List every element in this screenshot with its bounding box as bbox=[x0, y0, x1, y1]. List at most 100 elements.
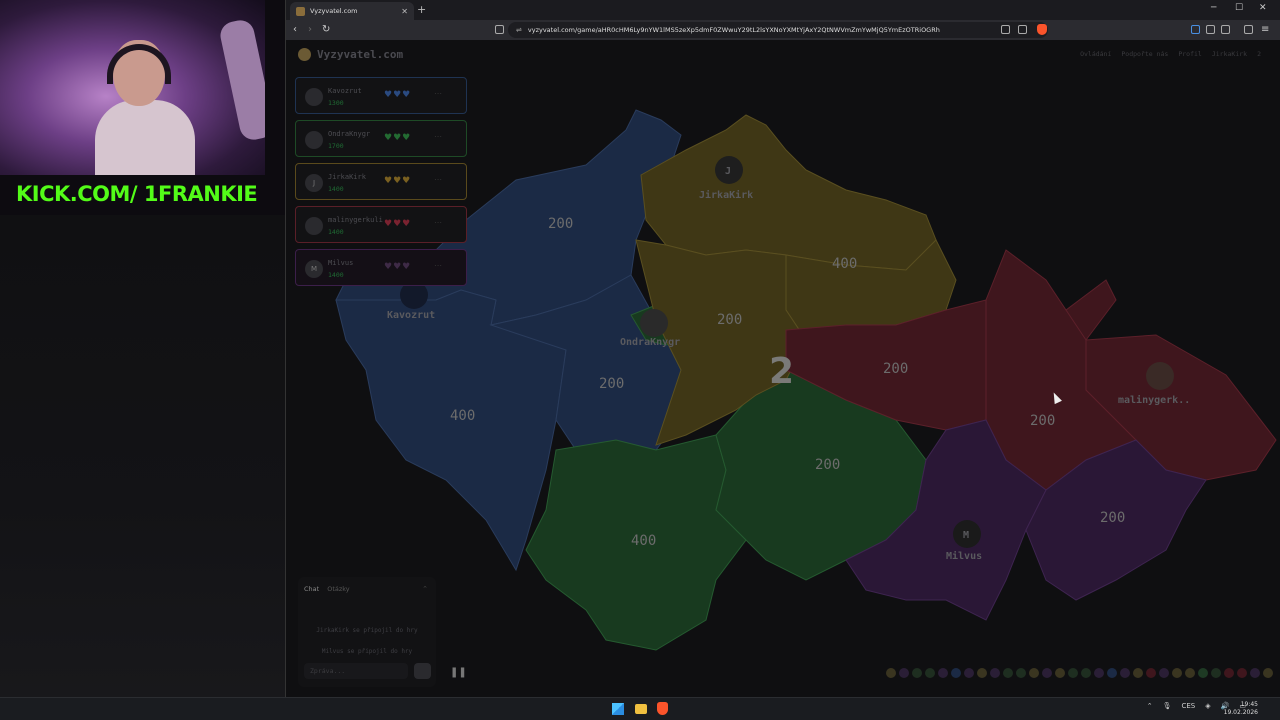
tab-strip: Vyzyvatel.com ✕ + ─ ☐ ✕ bbox=[286, 0, 1280, 20]
file-explorer-icon[interactable] bbox=[635, 704, 647, 714]
round-number: 2 bbox=[769, 351, 794, 392]
color-dot bbox=[1237, 668, 1247, 678]
tab-chat[interactable]: Chat bbox=[304, 585, 319, 593]
more-icon[interactable]: ⋯ bbox=[434, 175, 442, 184]
screen: KICK.COM/ 1FRANKIE Vyzyvatel.com ✕ + ─ ☐… bbox=[0, 0, 1280, 720]
player-score: 1400 bbox=[328, 228, 344, 236]
color-dot bbox=[1029, 668, 1039, 678]
region-value-label: 200 bbox=[1100, 510, 1125, 526]
reload-icon[interactable]: ↻ bbox=[322, 23, 330, 37]
region-value-label: 200 bbox=[815, 457, 840, 473]
more-icon[interactable]: ⋯ bbox=[434, 132, 442, 141]
start-button-icon[interactable] bbox=[612, 703, 624, 715]
player-card: OndraKnygr 1700 ♥♥♥ ⋯ bbox=[295, 120, 467, 157]
chat-input[interactable]: Zpráva... bbox=[304, 663, 408, 679]
chat-tabs: Chat Otázky bbox=[304, 585, 350, 593]
player-name: Kavozrut bbox=[328, 87, 362, 95]
color-dot bbox=[1250, 668, 1260, 678]
new-tab-button[interactable]: + bbox=[417, 3, 426, 17]
extensions-icon[interactable] bbox=[1206, 25, 1215, 34]
region-value-label: 400 bbox=[631, 533, 656, 549]
region-value-label: 400 bbox=[832, 256, 857, 272]
player-name: malinygerkuli bbox=[328, 216, 383, 224]
bookmark-icon[interactable] bbox=[495, 25, 504, 34]
site-info-icon[interactable]: ⇌ bbox=[516, 26, 522, 34]
share-icon[interactable] bbox=[1018, 25, 1027, 34]
player-card: J JirkaKirk 1400 ♥♥♥ ⋯ bbox=[295, 163, 467, 200]
taskbar: ⌃ 🎙 CES ◈ 🔊 ▭ 19:45 19.02.2026 bbox=[0, 697, 1280, 720]
color-dot bbox=[1120, 668, 1130, 678]
color-dot bbox=[1263, 668, 1273, 678]
hearts-icon: ♥♥♥ bbox=[384, 219, 412, 229]
language-indicator[interactable]: CES bbox=[1182, 702, 1196, 710]
pause-icon[interactable]: ❚❚ bbox=[450, 666, 467, 680]
top-navigation: Ovládání Podpořte nás Profil JirkaKirk 2 bbox=[1080, 50, 1261, 58]
browser-tab[interactable]: Vyzyvatel.com ✕ bbox=[290, 2, 414, 20]
region-value-label: 200 bbox=[599, 376, 624, 392]
player-name: JirkaKirk bbox=[328, 173, 366, 181]
close-tab-icon[interactable]: ✕ bbox=[401, 7, 408, 16]
hearts-icon: ♥♥♥ bbox=[384, 176, 412, 186]
avatar bbox=[305, 131, 323, 149]
chat-panel: Chat Otázky ⌃ JirkaKirk se připojil do h… bbox=[298, 577, 436, 687]
tray-chevron-icon[interactable]: ⌃ bbox=[1147, 702, 1153, 710]
media-icon[interactable] bbox=[1244, 25, 1253, 34]
color-dot bbox=[1081, 668, 1091, 678]
player-name: OndraKnygr bbox=[328, 130, 371, 138]
network-icon[interactable]: ◈ bbox=[1205, 702, 1210, 710]
avatar: M bbox=[305, 260, 323, 278]
browser-window: Vyzyvatel.com ✕ + ─ ☐ ✕ ‹ › ↻ ⇌ vyzyvate… bbox=[285, 0, 1280, 697]
minimize-icon[interactable]: ─ bbox=[1211, 3, 1216, 13]
leo-icon[interactable] bbox=[1191, 25, 1200, 34]
color-dot bbox=[1172, 668, 1182, 678]
close-window-icon[interactable]: ✕ bbox=[1259, 3, 1267, 13]
site-favicon-icon bbox=[296, 6, 305, 16]
forward-icon[interactable]: › bbox=[308, 23, 312, 37]
hearts-icon: ♥♥♥ bbox=[384, 90, 412, 100]
brave-browser-icon[interactable] bbox=[657, 702, 668, 715]
site-logo[interactable]: Vyzyvatel.com bbox=[298, 48, 403, 61]
microphone-icon[interactable]: 🎙 bbox=[1163, 702, 1172, 710]
streamer-figure bbox=[95, 40, 195, 175]
hearts-icon: ♥♥♥ bbox=[384, 262, 412, 272]
nav-item-username[interactable]: JirkaKirk bbox=[1212, 50, 1247, 58]
more-icon[interactable]: ⋯ bbox=[434, 89, 442, 98]
player-map-label-malinygerk: malinygerk.. bbox=[1118, 394, 1190, 406]
chat-message: Milvus se připojil do hry bbox=[321, 648, 413, 655]
send-button[interactable] bbox=[414, 663, 431, 679]
clock[interactable]: 19:45 19.02.2026 bbox=[1224, 701, 1258, 717]
sidebar-icon[interactable] bbox=[1221, 25, 1230, 34]
tab-questions[interactable]: Otázky bbox=[327, 585, 349, 593]
avatar bbox=[305, 217, 323, 235]
player-map-label-jirkakirk: JirkaKirk bbox=[699, 189, 753, 201]
address-bar[interactable]: ⇌ vyzyvatel.com/game/aHR0cHM6Ly9nYW1lMS5… bbox=[508, 22, 1048, 38]
color-dot bbox=[1068, 668, 1078, 678]
chat-collapse-icon[interactable]: ⌃ bbox=[422, 585, 428, 593]
region-value-label: 200 bbox=[548, 216, 573, 232]
back-icon[interactable]: ‹ bbox=[293, 23, 297, 37]
nav-item-support[interactable]: Podpořte nás bbox=[1121, 50, 1168, 58]
player-map-label-kavozrut: Kavozrut bbox=[387, 310, 435, 321]
color-dot bbox=[1016, 668, 1026, 678]
more-icon[interactable]: ⋯ bbox=[434, 218, 442, 227]
region-value-label: 400 bbox=[450, 408, 475, 424]
tab-title: Vyzyvatel.com bbox=[310, 7, 358, 15]
install-icon[interactable] bbox=[1001, 25, 1010, 34]
color-dot bbox=[1159, 668, 1169, 678]
maximize-icon[interactable]: ☐ bbox=[1235, 3, 1243, 13]
region-yellow-north[interactable] bbox=[640, 114, 937, 271]
nav-item-count[interactable]: 2 bbox=[1257, 50, 1261, 58]
chat-message: JirkaKirk se připojil do hry bbox=[316, 627, 418, 634]
color-dot bbox=[1055, 668, 1065, 678]
color-dot bbox=[1042, 668, 1052, 678]
game-page: 200 400 200 400 200 200 200 200 400 200 … bbox=[286, 40, 1280, 697]
nav-item-profile[interactable]: Profil bbox=[1178, 50, 1201, 58]
player-card: M Milvus 1400 ♥♥♥ ⋯ bbox=[295, 249, 467, 286]
clock-time: 19:45 bbox=[1240, 701, 1258, 708]
more-icon[interactable]: ⋯ bbox=[434, 261, 442, 270]
nav-item-controls[interactable]: Ovládání bbox=[1080, 50, 1111, 58]
brave-shields-icon[interactable] bbox=[1037, 24, 1047, 35]
menu-icon[interactable]: ≡ bbox=[1261, 23, 1269, 37]
player-score: 1400 bbox=[328, 185, 344, 193]
color-dot bbox=[1198, 668, 1208, 678]
